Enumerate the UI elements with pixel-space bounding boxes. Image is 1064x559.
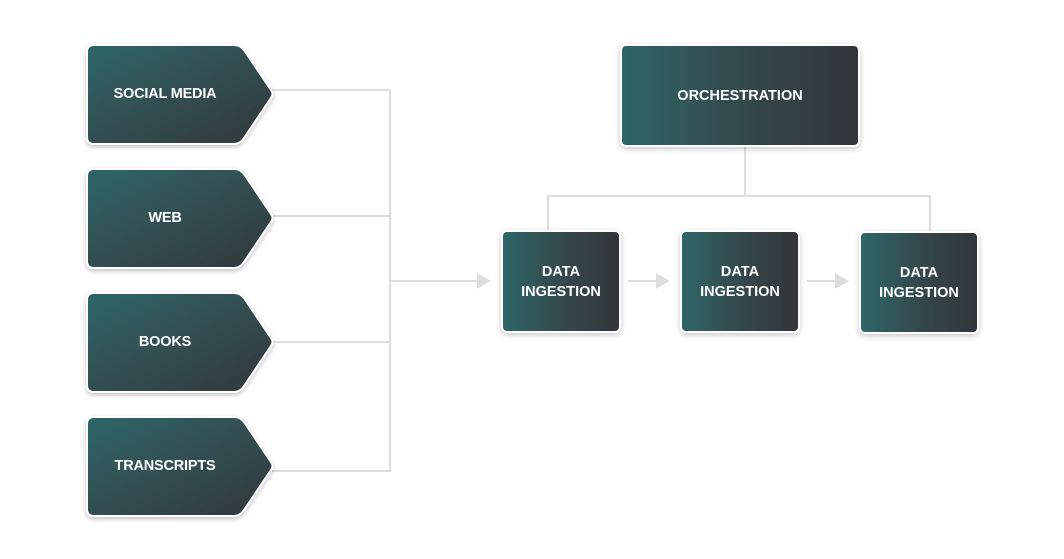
- merge-arrowhead: [477, 273, 491, 289]
- source-label: BOOKS: [138, 334, 192, 350]
- source-label: TRANSCRIPTS: [114, 458, 216, 474]
- orchestration-label: ORCHESTRATION: [677, 87, 803, 104]
- pipeline-arrowhead-2: [835, 273, 849, 289]
- source-social-media[interactable]: SOCIAL MEDIA: [86, 44, 274, 145]
- source-label: WEB: [148, 210, 182, 226]
- box-label-line2: INGESTION: [521, 283, 601, 300]
- source-transcripts[interactable]: TRANSCRIPTS: [86, 416, 274, 517]
- data-ingestion-box-3[interactable]: DATA INGESTION: [859, 231, 979, 334]
- source-books[interactable]: BOOKS: [86, 292, 274, 393]
- box-label-line1: DATA: [720, 263, 760, 280]
- source-web[interactable]: WEB: [86, 168, 274, 269]
- pipeline-arrowhead-1: [656, 273, 670, 289]
- data-ingestion-box-1[interactable]: DATA INGESTION: [501, 230, 621, 333]
- source-label: SOCIAL MEDIA: [113, 86, 217, 102]
- data-ingestion-box-2[interactable]: DATA INGESTION: [680, 230, 800, 333]
- orchestration-box[interactable]: ORCHESTRATION: [620, 44, 860, 147]
- box-label-line2: INGESTION: [879, 284, 959, 301]
- box-label-line1: DATA: [899, 264, 939, 281]
- box-label-line2: INGESTION: [700, 283, 780, 300]
- box-label-line1: DATA: [541, 263, 581, 280]
